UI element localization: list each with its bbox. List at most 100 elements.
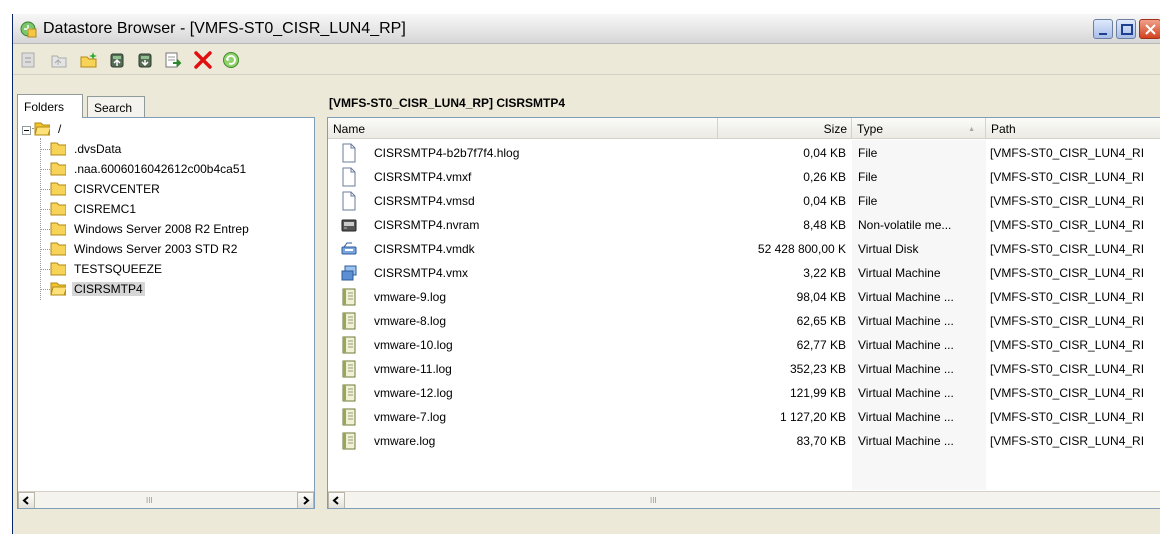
file-name: vmware-9.log: [374, 290, 447, 304]
file-list-horizontal-scrollbar[interactable]: III: [328, 491, 1160, 508]
tree-item[interactable]: TESTSQUEEZE: [40, 260, 314, 278]
scroll-left-button[interactable]: [18, 492, 35, 508]
file-icon: [340, 143, 358, 163]
title-bar[interactable]: Datastore Browser - [VMFS-ST0_CISR_LUN4_…: [13, 14, 1160, 44]
tab-search[interactable]: Search: [87, 96, 145, 118]
tree-connector: [40, 149, 50, 150]
browse-datastore-button[interactable]: [17, 48, 41, 72]
file-size: 1 127,20 KB: [779, 410, 846, 424]
file-type: Virtual Machine: [858, 266, 941, 280]
file-path: [VMFS-ST0_CISR_LUN4_RI: [990, 266, 1145, 280]
tree-item[interactable]: CISRVCENTER: [40, 180, 314, 198]
file-row[interactable]: CISRSMTP4.vmxf 0,26 KB File [VMFS-ST0_CISR_…: [328, 165, 1160, 189]
file-row[interactable]: vmware-10.log 62,77 KB Virtual Machine ...…: [328, 333, 1160, 357]
tree-item-label: Windows Server 2008 R2 Entrep: [74, 222, 249, 236]
folder-tree[interactable]: / .dvsData .naa.6006016042612c00b4ca51 C…: [17, 117, 315, 509]
tree-item[interactable]: CISREMC1: [40, 200, 314, 218]
file-type: Virtual Machine ...: [858, 362, 954, 376]
file-name: CISRSMTP4.vmxf: [374, 170, 472, 184]
refresh-icon: [223, 52, 239, 68]
chevron-left-icon: [332, 496, 339, 505]
maximize-button[interactable]: [1116, 19, 1136, 39]
delete-button[interactable]: [191, 48, 215, 72]
file-list[interactable]: Name Size Type ▲ Path CISRSMTP4-b2b7f7f4…: [327, 117, 1160, 509]
tree-item-label: CISRSMTP4: [72, 282, 145, 296]
tab-folders[interactable]: Folders: [17, 94, 83, 118]
file-type: File: [858, 170, 878, 184]
chevron-left-icon: [22, 496, 29, 505]
log-icon: [340, 311, 358, 331]
file-row[interactable]: vmware.log 83,70 KB Virtual Machine ... [VM…: [328, 429, 1160, 453]
file-row[interactable]: vmware-9.log 98,04 KB Virtual Machine ... […: [328, 285, 1160, 309]
tree-root[interactable]: /: [18, 120, 308, 138]
parent-folder-button[interactable]: [47, 48, 71, 72]
file-path: [VMFS-ST0_CISR_LUN4_RI: [990, 170, 1145, 184]
folder-icon: [50, 182, 66, 196]
file-path: [VMFS-ST0_CISR_LUN4_RI: [990, 290, 1145, 304]
download-button[interactable]: [133, 48, 157, 72]
file-type: File: [858, 194, 878, 208]
file-row[interactable]: vmware-11.log 352,23 KB Virtual Machine ..…: [328, 357, 1160, 381]
file-path: [VMFS-ST0_CISR_LUN4_RI: [990, 218, 1145, 232]
file-row[interactable]: CISRSMTP4-b2b7f7f4.hlog 0,04 KB File [VMFS-…: [328, 141, 1160, 165]
tree-item-selected[interactable]: CISRSMTP4: [40, 280, 314, 298]
column-header-type-label: Type: [857, 122, 884, 136]
file-row[interactable]: vmware-12.log 121,99 KB Virtual Machine ..…: [328, 381, 1160, 405]
tree-item-label: Windows Server 2003 STD R2: [74, 242, 238, 256]
file-row[interactable]: CISRSMTP4.nvram 8,48 KB Non-volatile me...…: [328, 213, 1160, 237]
folder-open-icon: [34, 122, 50, 136]
datastore-browser-window: Datastore Browser - [VMFS-ST0_CISR_LUN4_…: [12, 14, 1160, 534]
tree-connector: [40, 189, 50, 190]
tree-connector: [40, 269, 50, 270]
column-header-path[interactable]: Path: [986, 118, 1160, 139]
parent-folder-icon: [51, 55, 67, 68]
file-row[interactable]: CISRSMTP4.vmsd 0,04 KB File [VMFS-ST0_CISR_…: [328, 189, 1160, 213]
new-folder-button[interactable]: [77, 48, 101, 72]
file-size: 3,22 KB: [803, 266, 846, 280]
file-row[interactable]: vmware-7.log 1 127,20 KB Virtual Machine .…: [328, 405, 1160, 429]
column-header-type[interactable]: Type ▲: [852, 118, 986, 139]
file-row[interactable]: CISRSMTP4.vmdk 52 428 800,00 K Virtual Dis…: [328, 237, 1160, 261]
scroll-thumb-grip[interactable]: III: [650, 496, 657, 505]
app-icon: [19, 20, 37, 38]
upload-button[interactable]: [105, 48, 129, 72]
tree-item[interactable]: Windows Server 2008 R2 Entrep: [40, 220, 314, 238]
minimize-button[interactable]: [1093, 19, 1113, 39]
add-inventory-icon: [165, 52, 182, 68]
upload-icon: [110, 53, 124, 68]
tree-item[interactable]: Windows Server 2003 STD R2: [40, 240, 314, 258]
file-name: CISRSMTP4-b2b7f7f4.hlog: [374, 146, 520, 160]
file-path: [VMFS-ST0_CISR_LUN4_RI: [990, 434, 1145, 448]
file-size: 52 428 800,00 K: [757, 242, 846, 256]
add-to-inventory-button[interactable]: [161, 48, 185, 72]
folder-icon: [50, 162, 66, 176]
tree-item[interactable]: .naa.6006016042612c00b4ca51: [40, 160, 314, 178]
scroll-thumb-grip[interactable]: III: [146, 496, 153, 505]
collapse-icon[interactable]: [22, 126, 31, 135]
tree-horizontal-scrollbar[interactable]: III: [18, 491, 314, 508]
file-name: CISRSMTP4.vmsd: [374, 194, 475, 208]
virtual-disk-icon: [340, 239, 358, 259]
tree-item[interactable]: .dvsData: [40, 140, 314, 158]
file-type: Virtual Machine ...: [858, 290, 954, 304]
file-type: Virtual Machine ...: [858, 386, 954, 400]
column-header-size[interactable]: Size: [718, 118, 852, 139]
tree-connector: [40, 289, 50, 290]
file-type: File: [858, 146, 878, 160]
download-icon: [138, 53, 152, 68]
file-path: [VMFS-ST0_CISR_LUN4_RI: [990, 338, 1145, 352]
scroll-right-button[interactable]: [297, 492, 314, 508]
scroll-left-button[interactable]: [328, 492, 345, 508]
file-name: vmware-8.log: [374, 314, 447, 328]
file-path: [VMFS-ST0_CISR_LUN4_RI: [990, 362, 1145, 376]
delete-icon: [194, 51, 212, 69]
column-header-name[interactable]: Name: [328, 118, 718, 139]
file-row[interactable]: vmware-8.log 62,65 KB Virtual Machine ... […: [328, 309, 1160, 333]
tree-connector: [40, 138, 41, 300]
refresh-button[interactable]: [219, 48, 243, 72]
file-row[interactable]: CISRSMTP4.vmx 3,22 KB Virtual Machine [VMFS…: [328, 261, 1160, 285]
file-type: Virtual Machine ...: [858, 434, 954, 448]
virtual-machine-icon: [340, 263, 358, 283]
current-path-label: [VMFS-ST0_CISR_LUN4_RP] CISRSMTP4: [329, 96, 566, 110]
close-button[interactable]: [1139, 19, 1160, 39]
